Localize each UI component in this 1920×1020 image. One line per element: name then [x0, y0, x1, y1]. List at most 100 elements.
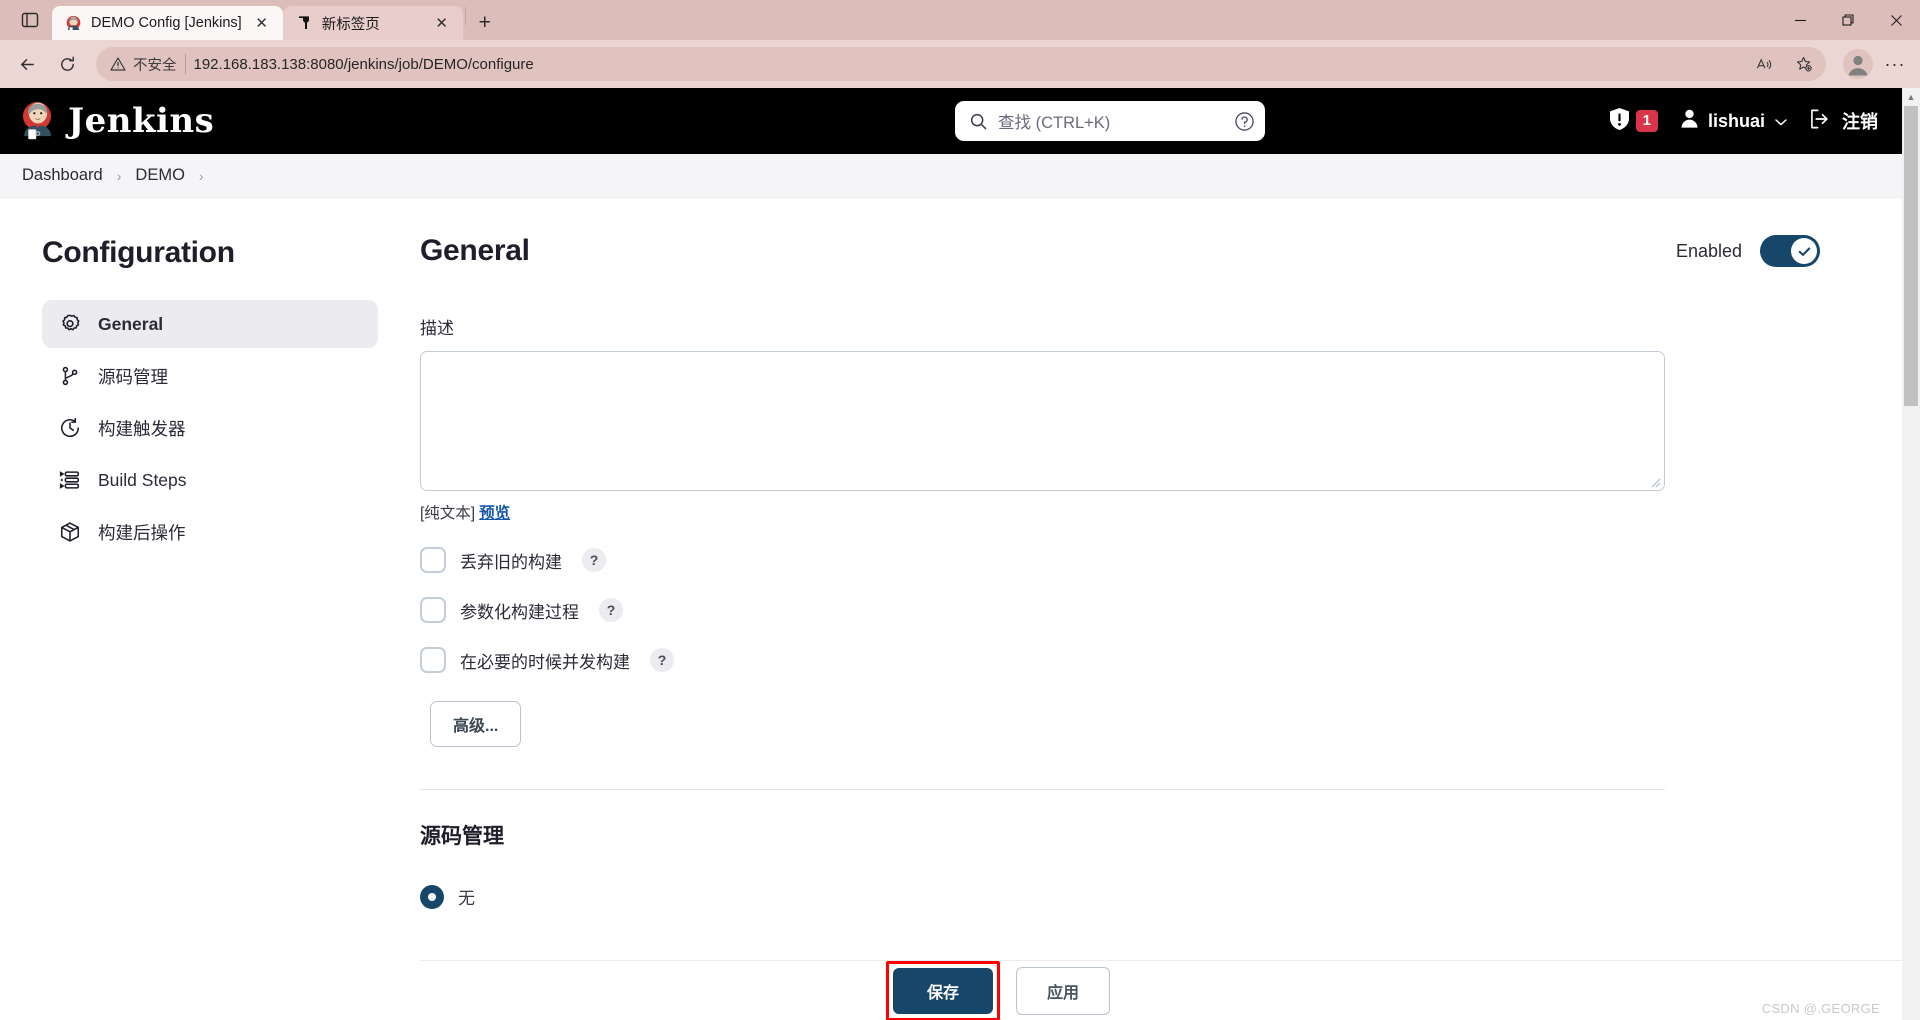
- radio-none[interactable]: [420, 884, 444, 909]
- sidebar-item-scm[interactable]: 源码管理: [42, 352, 378, 400]
- logout-button[interactable]: 注销: [1810, 108, 1878, 135]
- address-bar[interactable]: 不安全 192.168.183.138:8080/jenkins/job/DEM…: [96, 47, 1826, 81]
- enabled-toggle-group: Enabled: [1676, 235, 1820, 267]
- alert-count-badge: 1: [1635, 110, 1658, 132]
- tab-title: 新标签页: [321, 16, 380, 33]
- checkbox-discard-old-builds[interactable]: [420, 547, 446, 573]
- breadcrumb: Dashboard › DEMO ›: [0, 154, 1902, 198]
- sidebar-item-build-steps[interactable]: Build Steps: [42, 456, 378, 504]
- close-icon[interactable]: ✕: [251, 12, 273, 34]
- main-header: General Enabled: [420, 234, 1842, 268]
- config-sidebar: Configuration General 源码管理 构建触发器 Build S…: [0, 198, 420, 1020]
- security-warning[interactable]: 不安全: [110, 54, 177, 75]
- reload-icon[interactable]: [48, 47, 86, 81]
- security-alerts-button[interactable]: 1: [1609, 107, 1658, 136]
- sidebar-item-triggers[interactable]: 构建触发器: [42, 404, 378, 452]
- user-name: lishuai: [1707, 110, 1765, 131]
- advanced-button[interactable]: 高级...: [430, 701, 522, 747]
- help-icon[interactable]: ?: [650, 648, 674, 672]
- minimize-icon[interactable]: [1776, 0, 1824, 40]
- url-text: 192.168.183.138:8080/jenkins/job/DEMO/co…: [193, 55, 534, 73]
- description-textarea[interactable]: [420, 351, 1665, 491]
- tab-search-icon[interactable]: [8, 0, 52, 40]
- sidebar-item-label: Build Steps: [98, 469, 187, 490]
- maximize-icon[interactable]: [1824, 0, 1872, 40]
- chevron-right-icon: ›: [198, 167, 204, 184]
- enabled-toggle[interactable]: [1760, 235, 1820, 267]
- radio-dot: [428, 892, 436, 901]
- scm-option-none[interactable]: 无: [420, 884, 1842, 909]
- config-body: Configuration General 源码管理 构建触发器 Build S…: [0, 198, 1902, 1020]
- help-icon[interactable]: ?: [599, 598, 623, 622]
- tab-strip: DEMO Config [Jenkins] ✕ 新标签页 ✕ +: [0, 0, 1920, 40]
- checkbox-parameterized-build[interactable]: [420, 597, 446, 623]
- tab-title: DEMO Config [Jenkins]: [91, 15, 242, 31]
- edge-icon: [295, 14, 313, 32]
- chevron-right-icon: ›: [116, 167, 122, 184]
- checkbox-row-discard-old-builds[interactable]: 丢弃旧的构建 ?: [420, 547, 1842, 573]
- config-main: General Enabled 描述 [纯文本] 预览 丢弃旧的构建 ? 参数化…: [420, 198, 1902, 1020]
- security-warning-icon: [1609, 107, 1630, 136]
- breadcrumb-item-dashboard[interactable]: Dashboard: [22, 166, 103, 185]
- read-aloud-icon[interactable]: [1748, 49, 1780, 79]
- checkbox-label: 丢弃旧的构建: [460, 552, 562, 572]
- resize-handle-icon[interactable]: [1649, 475, 1661, 488]
- help-icon[interactable]: ?: [582, 548, 606, 572]
- list-icon: [58, 468, 82, 492]
- back-icon[interactable]: [8, 47, 46, 81]
- box-icon: [58, 520, 82, 544]
- scrollbar-thumb[interactable]: [1904, 106, 1918, 406]
- sidebar-item-label: General: [98, 313, 164, 334]
- clock-icon: [58, 416, 82, 440]
- tab-divider: [464, 7, 466, 25]
- browser-menu-icon[interactable]: ···: [1878, 47, 1912, 81]
- apply-button[interactable]: 应用: [1016, 966, 1111, 1015]
- scm-section-title: 源码管理: [420, 825, 504, 848]
- profile-icon[interactable]: [1840, 46, 1876, 82]
- window-close-icon[interactable]: [1872, 0, 1920, 40]
- jenkins-logo-link[interactable]: Jenkins: [18, 100, 214, 142]
- header-right-actions: 1 lishuai 注销: [1609, 88, 1878, 154]
- watermark: CSDN @.GEORGE: [1761, 1001, 1880, 1016]
- gear-icon: [58, 312, 82, 336]
- scroll-up-arrow-icon[interactable]: ▲: [1902, 88, 1920, 106]
- section-divider: [420, 789, 1665, 790]
- add-favorite-icon[interactable]: [1788, 49, 1820, 79]
- preview-link[interactable]: 预览: [479, 505, 510, 522]
- description-label: 描述: [420, 319, 454, 338]
- checkbox-row-parameterized[interactable]: 参数化构建过程 ?: [420, 597, 1842, 623]
- user-menu-button[interactable]: lishuai: [1680, 108, 1788, 134]
- page-scrollbar[interactable]: ▲: [1902, 88, 1920, 1020]
- checkbox-row-concurrent[interactable]: 在必要的时候并发构建 ?: [420, 647, 1842, 673]
- new-tab-button[interactable]: +: [468, 6, 502, 40]
- sidebar-item-post-build[interactable]: 构建后操作: [42, 508, 378, 556]
- jenkins-page: Jenkins 查找 (CTRL+K) 1 lishuai 注销 Dashboa…: [0, 88, 1902, 1020]
- save-highlight-box: 保存: [886, 960, 1001, 1020]
- sidebar-item-general[interactable]: General: [42, 300, 378, 348]
- search-icon: [969, 112, 988, 131]
- description-meta: [纯文本] 预览: [420, 501, 1842, 523]
- checkbox-concurrent-build[interactable]: [420, 647, 446, 673]
- security-label: 不安全: [133, 57, 177, 74]
- breadcrumb-item-demo[interactable]: DEMO: [135, 166, 185, 185]
- save-button[interactable]: 保存: [893, 967, 994, 1014]
- browser-tab-inactive[interactable]: 新标签页 ✕: [282, 6, 463, 40]
- sidebar-item-label: 构建触发器: [98, 418, 186, 439]
- jenkins-icon: [64, 14, 82, 32]
- checkbox-label: 在必要的时候并发构建: [460, 652, 630, 672]
- browser-tab-active[interactable]: DEMO Config [Jenkins] ✕: [52, 6, 283, 40]
- enabled-label: Enabled: [1675, 240, 1742, 261]
- checkbox-label: 参数化构建过程: [460, 602, 579, 622]
- toggle-knob: [1791, 238, 1817, 264]
- sidebar-nav: General 源码管理 构建触发器 Build Steps 构建后操作: [42, 300, 420, 556]
- plain-text-note: [纯文本]: [420, 505, 476, 522]
- window-controls: [1776, 0, 1920, 40]
- browser-toolbar: 不安全 192.168.183.138:8080/jenkins/job/DEM…: [0, 40, 1920, 88]
- sidebar-item-label: 源码管理: [98, 366, 168, 387]
- page-title: General: [420, 234, 530, 267]
- logout-icon: [1810, 108, 1833, 135]
- help-circle-icon[interactable]: [1234, 111, 1255, 132]
- close-icon[interactable]: ✕: [431, 12, 453, 34]
- search-input[interactable]: 查找 (CTRL+K): [955, 101, 1265, 141]
- radio-label: 无: [458, 889, 475, 908]
